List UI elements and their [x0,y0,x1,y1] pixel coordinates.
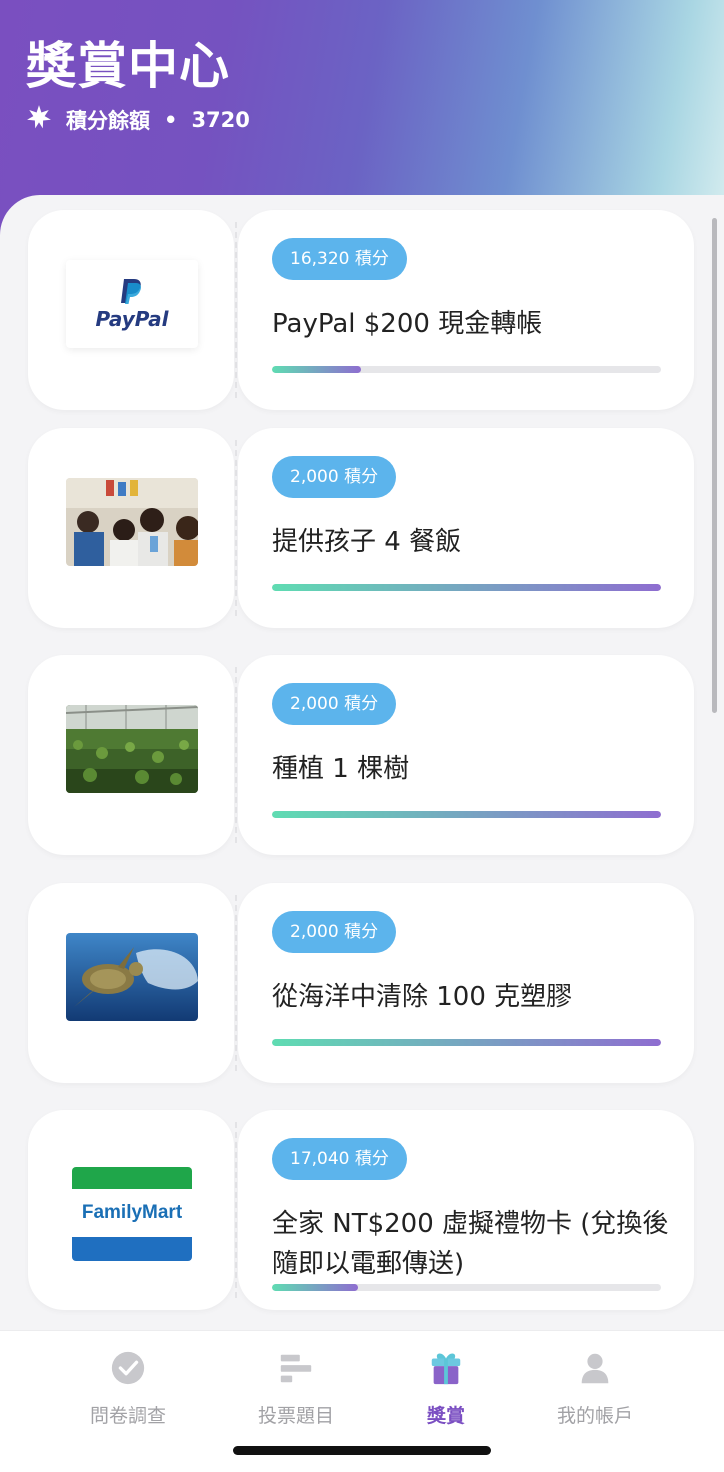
balance-label: 積分餘額 [66,108,150,133]
progress-bar [272,584,661,591]
points-balance: 積分餘額 • 3720 [26,104,250,135]
reward-name: 提供孩子 4 餐飯 [272,527,462,557]
progress-bar [272,366,661,373]
user-icon [510,1349,680,1387]
reward-image-stub [28,883,234,1083]
reward-name: 全家 NT$200 虛擬禮物卡 (兌換後隨即以電郵傳送) [272,1209,669,1279]
progress-bar [272,811,661,818]
progress-fill [272,366,362,373]
points-badge: 2,000 積分 [272,911,397,953]
nav-label: 問卷調查 [89,1405,166,1427]
balance-separator: • [164,107,178,132]
paypal-logo-text: PayPal [95,307,169,331]
nav-label: 我的帳戶 [556,1405,633,1427]
nav-item-surveys[interactable]: 問卷調查 [43,1349,213,1428]
progress-bar [272,1284,661,1291]
progress-fill [272,584,661,591]
reward-name: PayPal $200 現金轉帳 [272,309,543,339]
reward-image-stub: FamilyMart [28,1110,234,1310]
nav-item-account[interactable]: 我的帳戶 [510,1349,680,1428]
points-badge: 16,320 積分 [272,238,407,280]
progress-fill [272,811,661,818]
reward-image-stub: PayPal [28,210,234,410]
check-circle-icon [43,1349,213,1387]
reward-details: 16,320 積分 PayPal $200 現金轉帳 [238,210,694,410]
reward-card[interactable]: 2,000 積分 從海洋中清除 100 克塑膠 [28,883,694,1083]
reward-image-stub [28,655,234,855]
children-photo [66,478,198,566]
reward-card[interactable]: 2,000 積分 提供孩子 4 餐飯 [28,428,694,628]
sea-turtle-photo [66,933,198,1021]
bar-list-icon [211,1349,381,1387]
points-badge: 2,000 積分 [272,683,397,725]
reward-card[interactable]: PayPal 16,320 積分 PayPal $200 現金轉帳 [28,210,694,410]
reward-name: 種植 1 棵樹 [272,754,410,784]
paypal-logo: PayPal [66,260,198,348]
reward-details: 2,000 積分 從海洋中清除 100 克塑膠 [238,883,694,1083]
balance-value: 3720 [191,107,250,132]
reward-card[interactable]: FamilyMart 17,040 積分 全家 NT$200 虛擬禮物卡 (兌換… [28,1110,694,1310]
progress-bar [272,1039,661,1046]
reward-card[interactable]: 2,000 積分 種植 1 棵樹 [28,655,694,855]
familymart-logo: FamilyMart [72,1167,192,1261]
paypal-icon [121,279,141,304]
tree-nursery-photo [66,705,198,793]
rewards-list[interactable]: PayPal 16,320 積分 PayPal $200 現金轉帳 2,000 … [0,195,724,1335]
home-indicator[interactable] [233,1446,491,1455]
nav-label: 投票題目 [257,1405,334,1427]
nav-item-rewards[interactable]: 獎賞 [361,1349,531,1428]
reward-details: 2,000 積分 種植 1 棵樹 [238,655,694,855]
ticket-divider [235,1122,237,1298]
points-badge: 2,000 積分 [272,456,397,498]
reward-name: 從海洋中清除 100 克塑膠 [272,982,573,1012]
ticket-divider [235,222,237,398]
reward-details: 2,000 積分 提供孩子 4 餐飯 [238,428,694,628]
sparkle-icon [26,104,52,135]
scrollbar[interactable] [712,218,717,713]
nav-label: 獎賞 [426,1405,465,1427]
reward-details: 17,040 積分 全家 NT$200 虛擬禮物卡 (兌換後隨即以電郵傳送) [238,1110,694,1310]
gift-icon [361,1349,531,1387]
ticket-divider [235,440,237,616]
page-title: 獎賞中心 [26,37,230,95]
ticket-divider [235,895,237,1071]
progress-fill [272,1039,661,1046]
familymart-logo-text: FamilyMart [81,1202,183,1223]
ticket-divider [235,667,237,843]
points-badge: 17,040 積分 [272,1138,407,1180]
nav-item-polls[interactable]: 投票題目 [211,1349,381,1428]
reward-image-stub [28,428,234,628]
progress-fill [272,1284,358,1291]
